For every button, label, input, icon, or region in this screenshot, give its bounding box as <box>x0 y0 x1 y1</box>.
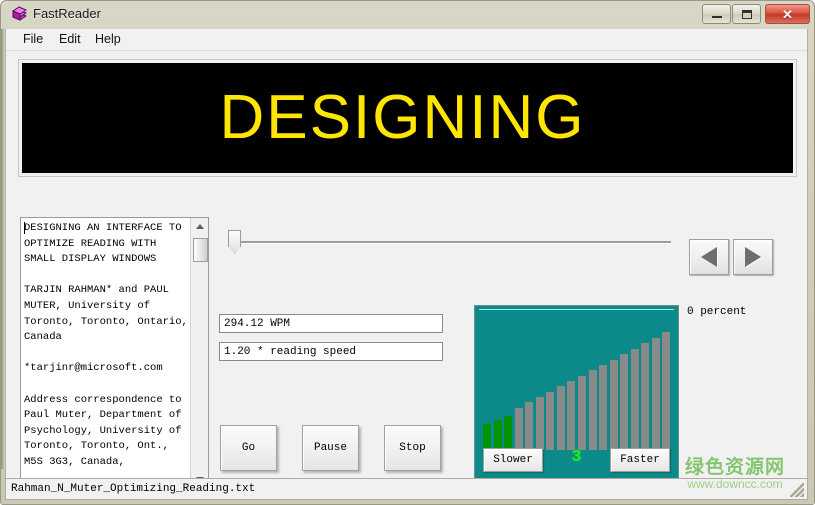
speed-level-bar[interactable] <box>599 365 607 450</box>
window-title: FastReader <box>33 6 101 21</box>
stop-button[interactable]: Stop <box>384 425 441 471</box>
minimize-icon <box>703 5 730 23</box>
title-bar[interactable]: FastReader ✕ <box>1 1 815 29</box>
client-area: File Edit Help DESIGNING DESIGNING AN IN… <box>5 29 808 498</box>
current-word: DESIGNING <box>220 87 586 149</box>
menu-item-edit[interactable]: Edit <box>54 32 86 48</box>
speed-level-bar[interactable] <box>631 349 639 450</box>
slider-thumb[interactable] <box>228 230 241 254</box>
speed-level-bar[interactable] <box>567 381 575 450</box>
restore-icon <box>733 5 760 23</box>
resize-grip-icon[interactable] <box>790 483 804 497</box>
application-window: FastReader ✕ File Edit Help DESIGNING <box>0 0 815 505</box>
speed-level-bar[interactable] <box>578 376 586 450</box>
speed-level-bar[interactable] <box>536 397 544 450</box>
scrollbar-thumb[interactable] <box>193 238 208 262</box>
speed-level-bar[interactable] <box>525 402 533 450</box>
title-ghost-text <box>141 7 351 23</box>
status-filename: Rahman_N_Muter_Optimizing_Reading.txt <box>11 483 255 495</box>
triangle-left-icon <box>701 247 717 267</box>
close-button[interactable]: ✕ <box>765 4 810 24</box>
speed-level-bar[interactable] <box>494 420 502 450</box>
triangle-right-icon <box>745 247 761 267</box>
speed-level-bar[interactable] <box>652 338 660 450</box>
wpm-readout: 294.12 WPM <box>219 314 443 333</box>
document-text-pane[interactable]: DESIGNING AN INTERFACE TO OPTIMIZE READI… <box>20 217 209 489</box>
pause-button[interactable]: Pause <box>302 425 359 471</box>
document-text: DESIGNING AN INTERFACE TO OPTIMIZE READI… <box>24 221 186 486</box>
position-slider[interactable] <box>228 227 671 253</box>
minimize-button[interactable] <box>702 4 731 24</box>
maximize-restore-button[interactable] <box>732 4 761 24</box>
speed-level-bar[interactable] <box>504 416 512 450</box>
speed-level-bar[interactable] <box>662 332 670 450</box>
speed-level-bar[interactable] <box>641 343 649 450</box>
speed-level-bar[interactable] <box>557 386 565 450</box>
faster-button[interactable]: Faster <box>610 448 670 472</box>
word-display: DESIGNING <box>22 63 793 173</box>
menu-item-help[interactable]: Help <box>90 32 126 48</box>
word-display-frame: DESIGNING <box>18 59 797 177</box>
panel-highlight <box>479 309 674 310</box>
speed-level-bar[interactable] <box>483 424 491 450</box>
speed-level-bar[interactable] <box>589 370 597 450</box>
speed-level-bar[interactable] <box>546 392 554 450</box>
books-stack-icon <box>11 6 28 23</box>
speed-level-bar[interactable] <box>515 408 523 450</box>
progress-percent-label: 0 percent <box>687 306 746 318</box>
slider-track[interactable] <box>233 241 671 244</box>
reading-speed-readout: 1.20 * reading speed <box>219 342 443 361</box>
speed-level-bar-chart[interactable] <box>483 322 673 450</box>
next-button[interactable] <box>733 239 773 275</box>
speed-level-bar[interactable] <box>620 354 628 450</box>
menu-item-file[interactable]: File <box>18 32 48 48</box>
close-icon: ✕ <box>766 5 809 23</box>
text-pane-scrollbar[interactable] <box>190 218 208 488</box>
scroll-up-button[interactable] <box>191 218 208 235</box>
go-button[interactable]: Go <box>220 425 277 471</box>
status-bar: Rahman_N_Muter_Optimizing_Reading.txt <box>5 478 808 500</box>
speed-level-bar[interactable] <box>610 360 618 450</box>
triangle-up-icon <box>196 224 204 229</box>
speed-control-panel: Slower 3 Faster <box>474 305 679 481</box>
previous-button[interactable] <box>689 239 729 275</box>
menu-bar: File Edit Help <box>6 29 807 51</box>
